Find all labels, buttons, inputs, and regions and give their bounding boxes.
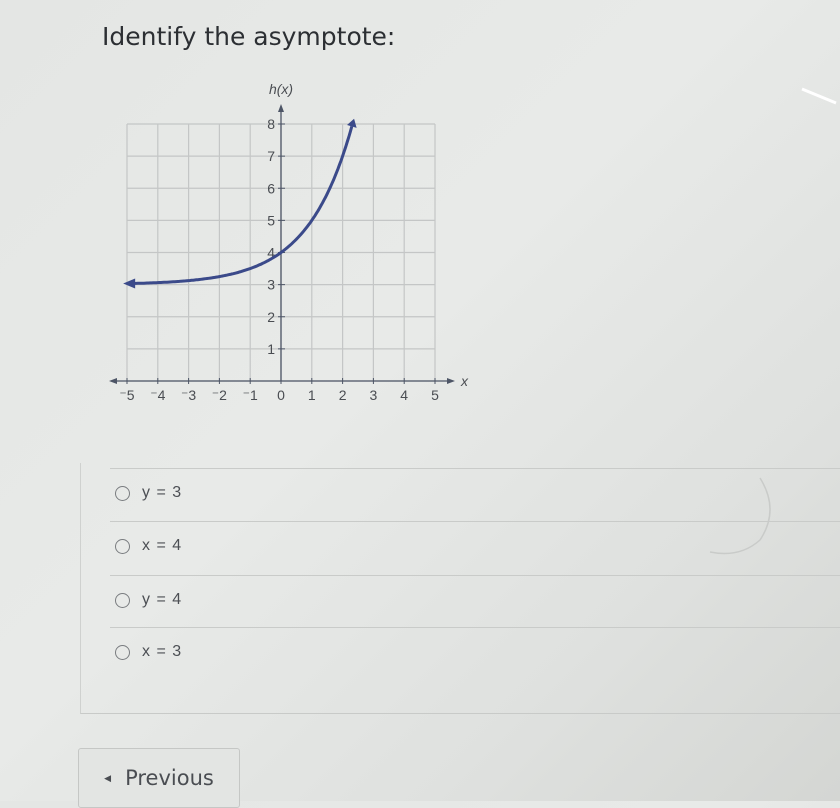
y-tick-label: 7: [267, 148, 275, 164]
left-triangle-icon: ◀: [104, 773, 111, 784]
y-tick-label: 1: [267, 341, 275, 357]
x-tick-label: 5: [431, 387, 439, 403]
x-axis-arrow: [447, 378, 455, 384]
y-tick-label: 3: [267, 277, 275, 293]
tick-labels: ⁻5⁻4⁻3⁻2⁻101234512345678: [119, 116, 439, 403]
screen-glare-corner: [800, 85, 840, 115]
x-tick-label: 0: [277, 387, 285, 403]
radio-button[interactable]: [115, 645, 130, 660]
x-tick-label: ⁻3: [181, 387, 196, 403]
y-axis-label: h(x): [269, 81, 293, 97]
y-tick-label: 8: [267, 116, 275, 132]
curve-arrow-left: [123, 278, 135, 288]
x-axis-arrow-left: [109, 378, 117, 384]
x-tick-label: ⁻2: [212, 387, 227, 403]
x-tick-label: ⁻4: [150, 387, 165, 403]
y-tick-label: 6: [267, 180, 275, 196]
radio-button[interactable]: [115, 486, 130, 501]
option-label: x = 4: [142, 537, 182, 555]
option-label: y = 3: [142, 484, 182, 502]
x-tick-label: 3: [370, 387, 378, 403]
y-tick-label: 5: [267, 212, 275, 228]
x-axis-label: x: [460, 373, 469, 389]
x-tick-label: 4: [400, 387, 408, 403]
previous-button[interactable]: ◀ Previous: [78, 748, 240, 808]
x-tick-label: ⁻1: [243, 387, 258, 403]
axes: [109, 104, 455, 384]
option-x-equals-4[interactable]: x = 4: [115, 521, 815, 571]
x-tick-label: ⁻5: [119, 387, 134, 403]
option-label: y = 4: [142, 591, 182, 609]
previous-label: Previous: [125, 766, 214, 790]
option-x-equals-3[interactable]: x = 3: [115, 627, 815, 677]
option-y-equals-3[interactable]: y = 3: [115, 468, 815, 518]
option-y-equals-4[interactable]: y = 4: [115, 575, 815, 625]
y-tick-label: 2: [267, 309, 275, 325]
radio-button[interactable]: [115, 593, 130, 608]
question-title: Identify the asymptote:: [102, 22, 395, 51]
y-axis-arrow: [278, 104, 284, 112]
radio-button[interactable]: [115, 539, 130, 554]
curve-h-of-x: [133, 126, 352, 283]
option-label: x = 3: [142, 643, 182, 661]
x-tick-label: 1: [308, 387, 316, 403]
function-graph: ⁻5⁻4⁻3⁻2⁻101234512345678 h(x) x: [100, 70, 480, 410]
x-tick-label: 2: [339, 387, 347, 403]
